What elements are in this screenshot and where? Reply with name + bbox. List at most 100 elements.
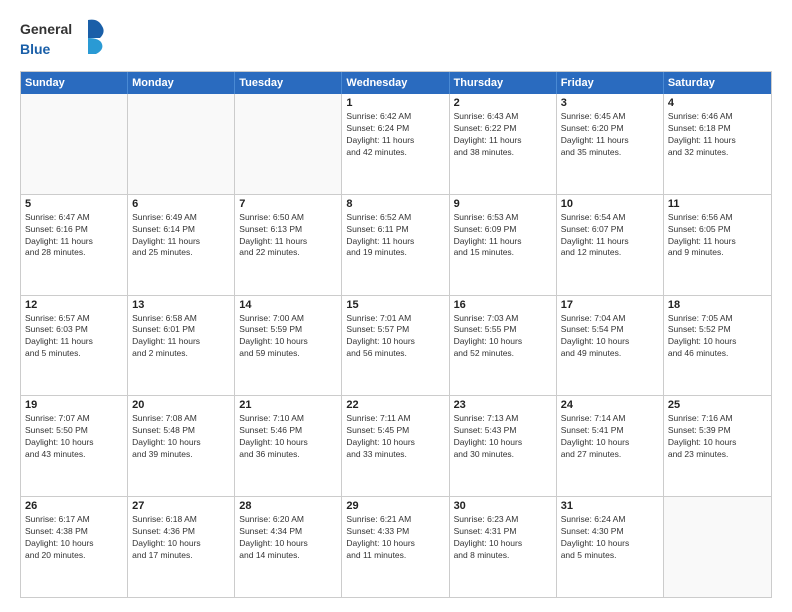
- day-info: Sunrise: 6:52 AM Sunset: 6:11 PM Dayligh…: [346, 212, 444, 260]
- day-number: 3: [561, 97, 659, 109]
- day-cell-10: 10 Sunrise: 6:54 AM Sunset: 6:07 PM Dayli…: [557, 195, 664, 295]
- day-info: Sunrise: 6:56 AM Sunset: 6:05 PM Dayligh…: [668, 212, 767, 260]
- day-info: Sunrise: 7:00 AM Sunset: 5:59 PM Dayligh…: [239, 313, 337, 361]
- day-number: 19: [25, 399, 123, 411]
- day-info: Sunrise: 6:53 AM Sunset: 6:09 PM Dayligh…: [454, 212, 552, 260]
- day-info: Sunrise: 6:50 AM Sunset: 6:13 PM Dayligh…: [239, 212, 337, 260]
- day-number: 11: [668, 198, 767, 210]
- day-number: 1: [346, 97, 444, 109]
- day-cell-19: 19 Sunrise: 7:07 AM Sunset: 5:50 PM Dayli…: [21, 396, 128, 496]
- header-day-sunday: Sunday: [21, 72, 128, 94]
- day-number: 21: [239, 399, 337, 411]
- day-number: 30: [454, 500, 552, 512]
- day-number: 14: [239, 299, 337, 311]
- day-info: Sunrise: 7:05 AM Sunset: 5:52 PM Dayligh…: [668, 313, 767, 361]
- day-number: 23: [454, 399, 552, 411]
- day-cell-27: 27 Sunrise: 6:18 AM Sunset: 4:36 PM Dayli…: [128, 497, 235, 597]
- day-info: Sunrise: 7:16 AM Sunset: 5:39 PM Dayligh…: [668, 413, 767, 461]
- day-number: 18: [668, 299, 767, 311]
- calendar-body: 1 Sunrise: 6:42 AM Sunset: 6:24 PM Daylig…: [21, 94, 771, 597]
- day-info: Sunrise: 7:10 AM Sunset: 5:46 PM Dayligh…: [239, 413, 337, 461]
- day-cell-empty: [128, 94, 235, 194]
- day-number: 22: [346, 399, 444, 411]
- day-info: Sunrise: 6:47 AM Sunset: 6:16 PM Dayligh…: [25, 212, 123, 260]
- day-cell-25: 25 Sunrise: 7:16 AM Sunset: 5:39 PM Dayli…: [664, 396, 771, 496]
- day-number: 29: [346, 500, 444, 512]
- day-cell-11: 11 Sunrise: 6:56 AM Sunset: 6:05 PM Dayli…: [664, 195, 771, 295]
- day-cell-13: 13Sunrise: 6:58 AM Sunset: 6:01 PM Dayli…: [128, 296, 235, 396]
- day-cell-20: 20 Sunrise: 7:08 AM Sunset: 5:48 PM Dayli…: [128, 396, 235, 496]
- day-number: 16: [454, 299, 552, 311]
- day-info: Sunrise: 7:11 AM Sunset: 5:45 PM Dayligh…: [346, 413, 444, 461]
- day-info: Sunrise: 6:23 AM Sunset: 4:31 PM Dayligh…: [454, 514, 552, 562]
- day-number: 27: [132, 500, 230, 512]
- day-info: Sunrise: 7:08 AM Sunset: 5:48 PM Dayligh…: [132, 413, 230, 461]
- day-number: 10: [561, 198, 659, 210]
- day-number: 17: [561, 299, 659, 311]
- header-day-wednesday: Wednesday: [342, 72, 449, 94]
- day-info: Sunrise: 7:03 AM Sunset: 5:55 PM Dayligh…: [454, 313, 552, 361]
- day-cell-14: 14 Sunrise: 7:00 AM Sunset: 5:59 PM Dayli…: [235, 296, 342, 396]
- day-cell-empty: [21, 94, 128, 194]
- day-cell-12: 12 Sunrise: 6:57 AM Sunset: 6:03 PM Dayli…: [21, 296, 128, 396]
- day-info: Sunrise: 6:24 AM Sunset: 4:30 PM Dayligh…: [561, 514, 659, 562]
- day-info: Sunrise: 6:57 AM Sunset: 6:03 PM Dayligh…: [25, 313, 123, 361]
- day-cell-22: 22 Sunrise: 7:11 AM Sunset: 5:45 PM Dayli…: [342, 396, 449, 496]
- day-cell-26: 26Sunrise: 6:17 AM Sunset: 4:38 PM Dayli…: [21, 497, 128, 597]
- day-info: Sunrise: 7:01 AM Sunset: 5:57 PM Dayligh…: [346, 313, 444, 361]
- day-cell-5: 5Sunrise: 6:47 AM Sunset: 6:16 PM Daylig…: [21, 195, 128, 295]
- day-number: 7: [239, 198, 337, 210]
- day-info: Sunrise: 6:18 AM Sunset: 4:36 PM Dayligh…: [132, 514, 230, 562]
- day-number: 12: [25, 299, 123, 311]
- day-info: Sunrise: 6:58 AM Sunset: 6:01 PM Dayligh…: [132, 313, 230, 361]
- calendar-header: SundayMondayTuesdayWednesdayThursdayFrid…: [21, 72, 771, 94]
- day-cell-31: 31 Sunrise: 6:24 AM Sunset: 4:30 PM Dayli…: [557, 497, 664, 597]
- day-info: Sunrise: 6:42 AM Sunset: 6:24 PM Dayligh…: [346, 111, 444, 159]
- day-info: Sunrise: 6:21 AM Sunset: 4:33 PM Dayligh…: [346, 514, 444, 562]
- day-cell-7: 7 Sunrise: 6:50 AM Sunset: 6:13 PM Daylig…: [235, 195, 342, 295]
- day-info: Sunrise: 6:54 AM Sunset: 6:07 PM Dayligh…: [561, 212, 659, 260]
- day-info: Sunrise: 7:14 AM Sunset: 5:41 PM Dayligh…: [561, 413, 659, 461]
- day-cell-8: 8 Sunrise: 6:52 AM Sunset: 6:11 PM Daylig…: [342, 195, 449, 295]
- day-info: Sunrise: 6:46 AM Sunset: 6:18 PM Dayligh…: [668, 111, 767, 159]
- day-info: Sunrise: 6:20 AM Sunset: 4:34 PM Dayligh…: [239, 514, 337, 562]
- day-cell-28: 28 Sunrise: 6:20 AM Sunset: 4:34 PM Dayli…: [235, 497, 342, 597]
- day-number: 26: [25, 500, 123, 512]
- day-cell-29: 29 Sunrise: 6:21 AM Sunset: 4:33 PM Dayli…: [342, 497, 449, 597]
- header-day-friday: Friday: [557, 72, 664, 94]
- day-cell-4: 4 Sunrise: 6:46 AM Sunset: 6:18 PM Daylig…: [664, 94, 771, 194]
- day-number: 28: [239, 500, 337, 512]
- day-number: 20: [132, 399, 230, 411]
- day-cell-15: 15 Sunrise: 7:01 AM Sunset: 5:57 PM Dayli…: [342, 296, 449, 396]
- day-cell-2: 2 Sunrise: 6:43 AM Sunset: 6:22 PM Daylig…: [450, 94, 557, 194]
- day-number: 2: [454, 97, 552, 109]
- day-cell-16: 16 Sunrise: 7:03 AM Sunset: 5:55 PM Dayli…: [450, 296, 557, 396]
- day-number: 4: [668, 97, 767, 109]
- day-cell-empty: [664, 497, 771, 597]
- calendar-row-3: 19 Sunrise: 7:07 AM Sunset: 5:50 PM Dayli…: [21, 395, 771, 496]
- day-cell-17: 17Sunrise: 7:04 AM Sunset: 5:54 PM Dayli…: [557, 296, 664, 396]
- day-cell-1: 1 Sunrise: 6:42 AM Sunset: 6:24 PM Daylig…: [342, 94, 449, 194]
- day-number: 8: [346, 198, 444, 210]
- svg-text:Blue: Blue: [20, 41, 51, 56]
- day-number: 6: [132, 198, 230, 210]
- svg-text:General: General: [20, 21, 72, 37]
- page: General Blue SundayMondayTuesdayWednesda…: [0, 0, 792, 612]
- day-number: 15: [346, 299, 444, 311]
- header-day-monday: Monday: [128, 72, 235, 94]
- header-day-saturday: Saturday: [664, 72, 771, 94]
- header-day-tuesday: Tuesday: [235, 72, 342, 94]
- day-info: Sunrise: 6:43 AM Sunset: 6:22 PM Dayligh…: [454, 111, 552, 159]
- day-info: Sunrise: 6:49 AM Sunset: 6:14 PM Dayligh…: [132, 212, 230, 260]
- logo: General Blue: [20, 18, 110, 61]
- header-day-thursday: Thursday: [450, 72, 557, 94]
- day-number: 24: [561, 399, 659, 411]
- day-info: Sunrise: 7:07 AM Sunset: 5:50 PM Dayligh…: [25, 413, 123, 461]
- header: General Blue: [20, 18, 772, 61]
- day-cell-3: 3Sunrise: 6:45 AM Sunset: 6:20 PM Daylig…: [557, 94, 664, 194]
- day-number: 31: [561, 500, 659, 512]
- calendar-row-1: 5Sunrise: 6:47 AM Sunset: 6:16 PM Daylig…: [21, 194, 771, 295]
- day-number: 25: [668, 399, 767, 411]
- day-cell-23: 23Sunrise: 7:13 AM Sunset: 5:43 PM Dayli…: [450, 396, 557, 496]
- day-cell-24: 24 Sunrise: 7:14 AM Sunset: 5:41 PM Dayli…: [557, 396, 664, 496]
